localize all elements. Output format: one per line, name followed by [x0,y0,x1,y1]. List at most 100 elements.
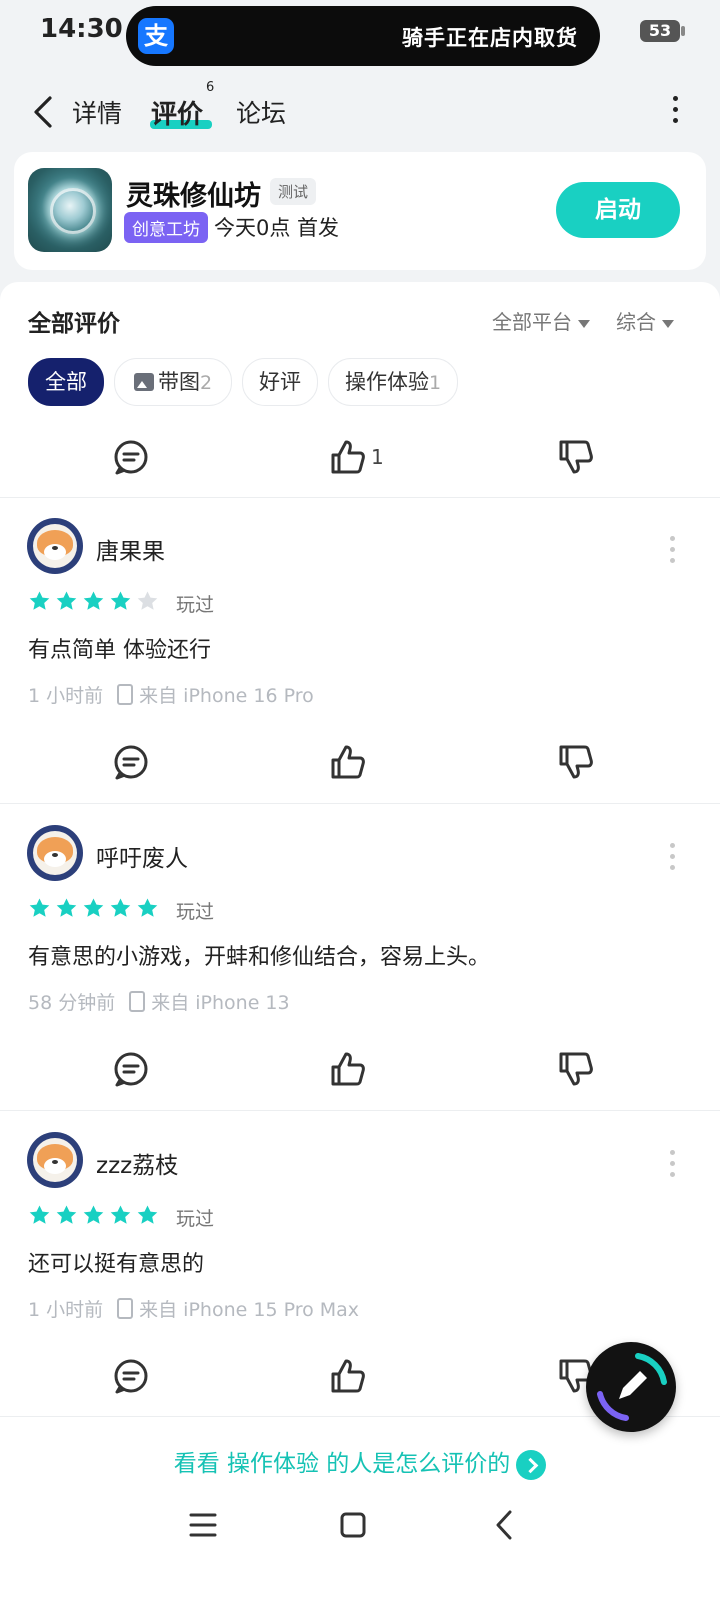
battery-icon: 53 [640,20,680,42]
star-filled-icon [29,591,50,610]
battery-tip [681,26,685,36]
review-time: 1 小时前 [28,1299,104,1321]
phone-icon [117,1298,134,1319]
star-filled-icon [110,898,131,917]
tab-details[interactable]: 详情 [72,94,122,130]
review-device: 来自 iPhone 16 Pro [139,685,314,707]
chip-label: 带图 [157,370,200,394]
phone-icon [129,991,146,1012]
tab-reviews[interactable]: 评价 [151,94,203,131]
thumbs-up-icon[interactable] [328,1049,368,1089]
star-filled-icon [137,1205,158,1224]
review-more-icon[interactable] [670,1150,675,1183]
username[interactable]: 呼吁废人 [96,839,188,873]
reviews-count-badge: 6 [206,80,215,95]
played-label: 玩过 [176,594,215,616]
comment-icon[interactable] [111,437,151,477]
avatar-part [52,1160,58,1164]
caret-down-icon [578,319,590,328]
comment-icon[interactable] [111,1049,151,1089]
played-label: 玩过 [176,901,215,923]
sort-label: 综合 [616,310,656,334]
avatar-part [52,546,58,550]
more-icon[interactable] [670,96,680,126]
star-filled-icon [110,591,131,610]
star-filled-icon [56,1205,77,1224]
chip-label: 全部 [45,370,87,394]
review-more-icon[interactable] [670,536,675,569]
avatar[interactable] [27,825,83,881]
thumbs-up-icon[interactable] [328,742,368,782]
launch-button[interactable]: 启动 [556,182,680,238]
username[interactable]: zzz荔枝 [96,1146,178,1180]
tab-forum[interactable]: 论坛 [236,94,286,130]
app-name: 灵珠修仙坊 [126,181,261,212]
live-activity-text: 骑手正在店内取货 [402,26,578,50]
link-suffix: 的人是怎么评价的 [319,1451,511,1477]
menu-icon[interactable] [188,1502,218,1548]
review-time: 1 小时前 [28,685,104,707]
review-text[interactable]: 有意思的小游戏，开蚌和修仙结合，容易上头。 [28,939,490,971]
studio-tag: 创意工坊 [124,212,208,243]
thumbs-down-icon[interactable] [556,437,596,477]
write-review-button[interactable] [586,1342,676,1432]
dynamic-island[interactable]: 支 骑手正在店内取货 [126,6,600,66]
release-info: 今天0点 首发 [214,216,340,240]
review-item [0,1132,720,1133]
review-item [0,825,720,826]
review-time: 58 分钟前 [28,992,116,1014]
divider [0,497,720,498]
caret-down-icon [662,319,674,328]
star-filled-icon [83,1205,104,1224]
divider [0,1110,720,1111]
review-text[interactable]: 还可以挺有意思的 [28,1246,204,1278]
chip-all[interactable]: 全部 [28,358,104,406]
review-text[interactable]: 有点简单 体验还行 [28,632,211,664]
review-meta: 58 分钟前 来自 iPhone 13 [28,988,290,1015]
app-card: 灵珠修仙坊 测试 创意工坊 今天0点 首发 启动 [14,152,706,270]
avatar[interactable] [27,518,83,574]
star-filled-icon [56,591,77,610]
chip-with-images[interactable]: 带图2 [114,358,232,406]
avatar-part [52,853,58,857]
nav-back-icon[interactable] [490,1502,520,1548]
app-icon [28,168,112,252]
chip-label: 操作体验 [344,370,429,394]
link-prefix: 看看 [173,1451,227,1477]
review-more-icon[interactable] [670,843,675,876]
chip-positive[interactable]: 好评 [242,358,318,406]
review-device: 来自 iPhone 15 Pro Max [139,1299,360,1321]
home-icon[interactable] [338,1502,368,1548]
comment-icon[interactable] [111,1356,151,1396]
platform-filter-label: 全部平台 [492,310,572,334]
review-meta: 1 小时前 来自 iPhone 15 Pro Max [28,1295,359,1322]
chip-count: 1 [428,372,442,394]
thumbs-down-icon[interactable] [556,1049,596,1089]
star-empty-icon [137,591,158,610]
thumbs-up-icon[interactable] [328,1356,368,1396]
username[interactable]: 唐果果 [96,532,165,566]
similar-reviews-link[interactable]: 看看 操作体验 的人是怎么评价的 [0,1444,720,1480]
chip-label: 好评 [259,370,301,394]
link-highlight: 操作体验 [227,1451,319,1477]
phone-icon [117,684,134,705]
thumbs-up-icon[interactable] [328,437,368,477]
star-rating [28,1204,163,1227]
star-filled-icon [56,898,77,917]
avatar[interactable] [27,1132,83,1188]
star-filled-icon [29,898,50,917]
thumbs-down-icon[interactable] [556,742,596,782]
review-meta: 1 小时前 来自 iPhone 16 Pro [28,681,314,708]
alipay-icon: 支 [138,18,174,54]
back-icon[interactable] [30,94,58,130]
comment-icon[interactable] [111,742,151,782]
star-rating [28,897,163,920]
chip-operation-experience[interactable]: 操作体验1 [328,358,458,406]
chip-count: 2 [199,372,213,394]
star-filled-icon [29,1205,50,1224]
sort-dropdown[interactable]: 综合 [616,306,674,335]
chevron-right-icon [516,1449,547,1480]
platform-filter[interactable]: 全部平台 [492,306,590,335]
status-time: 14:30 [40,14,123,44]
played-label: 玩过 [176,1208,215,1230]
